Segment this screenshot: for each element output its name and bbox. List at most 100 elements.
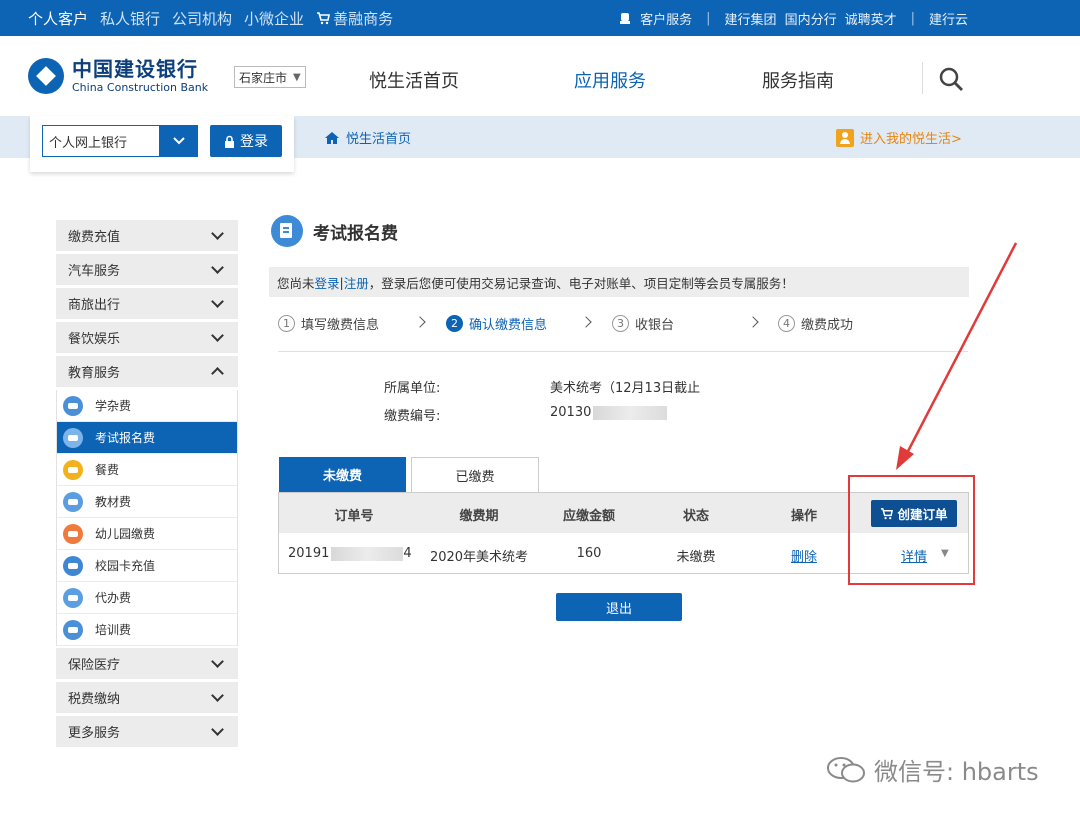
sidebar-item-tax[interactable]: 税费缴纳: [56, 682, 238, 713]
sidebar-item-dining[interactable]: 餐饮娱乐: [56, 322, 238, 353]
segment-personal[interactable]: 个人客户: [28, 8, 88, 29]
page-header: 考试报名费: [271, 215, 398, 247]
nav-service-guide[interactable]: 服务指南: [762, 67, 834, 93]
link-ccb-group[interactable]: 建行集团: [725, 9, 777, 28]
sub-item-campus-card[interactable]: 校园卡充值: [57, 550, 237, 582]
sidebar: 缴费充值 汽车服务 商旅出行 餐饮娱乐 教育服务 学杂费 考试报名费 餐费 教材…: [56, 220, 238, 750]
chevron-up-icon: [211, 366, 224, 380]
bank-logo[interactable]: 中国建设银行 China Construction Bank: [28, 58, 208, 94]
search-icon[interactable]: [938, 66, 964, 92]
step-4: 4 缴费成功: [778, 314, 853, 333]
sidebar-item-label: 汽车服务: [68, 264, 121, 279]
step-number: 4: [778, 315, 795, 332]
segment-shanrong[interactable]: 善融商务: [316, 8, 393, 29]
login-notice: 您尚未 登录 | 注册 ，登录后您便可使用交易记录查询、电子对账单、项目定制等会…: [269, 267, 969, 297]
enter-my-life-link[interactable]: 进入我的悦生活>: [836, 128, 962, 147]
step-1: 1 填写缴费信息: [278, 314, 379, 333]
chevron-right-icon: [580, 316, 592, 328]
breadcrumb-home: 悦生活首页: [346, 132, 412, 147]
book-icon: [63, 491, 83, 512]
cell-period: 2020年美术统考: [429, 550, 529, 565]
segment-private-bank[interactable]: 私人银行: [100, 8, 160, 29]
customer-service-icon: [620, 13, 631, 24]
lock-icon: [225, 135, 234, 148]
sub-item-kindergarten[interactable]: 幼儿园缴费: [57, 518, 237, 550]
meal-icon: [63, 459, 83, 480]
home-icon: [325, 131, 339, 144]
sub-item-exam-fee[interactable]: 考试报名费: [57, 422, 237, 454]
top-links: 客户服务 | 建行集团 国内分行 诚聘英才 | 建行云: [618, 0, 968, 36]
sub-item-textbook[interactable]: 教材费: [57, 486, 237, 518]
sub-item-label: 学杂费: [95, 399, 132, 413]
sidebar-item-insurance[interactable]: 保险医疗: [56, 648, 238, 679]
chevron-down-icon: [211, 688, 224, 702]
notice-login-link[interactable]: 登录: [315, 273, 340, 292]
logo-en: China Construction Bank: [72, 81, 209, 94]
link-domestic-branch[interactable]: 国内分行: [785, 9, 837, 28]
login-card: 个人网上银行 登录: [30, 116, 294, 172]
code-value-wrap: 20130: [550, 405, 668, 420]
segment-corporate[interactable]: 公司机构: [172, 8, 232, 29]
sidebar-item-label: 缴费充值: [68, 230, 121, 245]
divider: |: [910, 10, 915, 26]
sidebar-item-education[interactable]: 教育服务: [56, 356, 238, 387]
chevron-down-icon: [211, 260, 224, 274]
sub-item-agency-fee[interactable]: 代办费: [57, 582, 237, 614]
city-select[interactable]: 石家庄市 ▼: [234, 66, 306, 88]
sub-item-meal[interactable]: 餐费: [57, 454, 237, 486]
sub-item-label: 培训费: [95, 623, 132, 637]
sidebar-item-travel[interactable]: 商旅出行: [56, 288, 238, 319]
child-icon: [63, 523, 83, 544]
step-label: 收银台: [635, 318, 675, 333]
bank-type-dropdown-button[interactable]: [160, 125, 198, 157]
segment-small-business[interactable]: 小微企业: [244, 8, 304, 29]
notice-register-link[interactable]: 注册: [344, 273, 369, 292]
city-label: 石家庄市: [239, 70, 288, 85]
login-button[interactable]: 登录: [210, 125, 282, 157]
exam-form-icon: [63, 427, 83, 448]
chevron-down-icon: [173, 137, 185, 145]
step-number: 2: [446, 315, 463, 332]
link-ccb-cloud[interactable]: 建行云: [929, 9, 968, 28]
link-customer-service[interactable]: 客户服务: [640, 9, 692, 28]
cart-icon: [317, 12, 331, 25]
col-period: 缴费期: [459, 509, 499, 524]
cell-status: 未缴费: [676, 550, 716, 565]
sidebar-item-payment[interactable]: 缴费充值: [56, 220, 238, 251]
tab-unpaid[interactable]: 未缴费: [279, 457, 406, 492]
notice-prefix: 您尚未: [277, 275, 315, 291]
graduation-cap-icon: [63, 395, 83, 416]
divider: [278, 351, 968, 352]
header: 中国建设银行 China Construction Bank 石家庄市 ▼ 悦生…: [0, 36, 1080, 116]
cell-order-no: 20191 4: [288, 546, 412, 561]
sub-item-label: 代办费: [95, 591, 132, 605]
education-sub-list: 学杂费 考试报名费 餐费 教材费 幼儿园缴费 校园卡充值 代办费 培训费: [56, 390, 238, 646]
exit-button[interactable]: 退出: [556, 593, 682, 621]
user-icon: [836, 128, 854, 147]
sidebar-item-more[interactable]: 更多服务: [56, 716, 238, 747]
exam-form-icon: [271, 215, 303, 247]
nav-app-services[interactable]: 应用服务: [574, 67, 646, 93]
sub-item-tuition[interactable]: 学杂费: [57, 390, 237, 422]
sub-item-training[interactable]: 培训费: [57, 614, 237, 646]
step-label: 确认缴费信息: [469, 318, 548, 333]
redacted-blur: [331, 546, 404, 561]
step-label: 填写缴费信息: [301, 318, 380, 333]
tab-paid[interactable]: 已缴费: [411, 457, 539, 492]
link-careers[interactable]: 诚聘英才: [845, 9, 897, 28]
step-2: 2 确认缴费信息: [446, 314, 547, 333]
sidebar-item-label: 更多服务: [68, 726, 121, 741]
sidebar-item-car[interactable]: 汽车服务: [56, 254, 238, 285]
delete-link[interactable]: 删除: [759, 546, 849, 565]
col-action: 操作: [790, 509, 817, 524]
unit-label: 所属单位:: [384, 381, 441, 396]
sub-item-label: 考试报名费: [95, 431, 156, 445]
bank-type-select[interactable]: 个人网上银行: [42, 125, 160, 157]
sub-item-label: 餐费: [95, 463, 120, 477]
nav-home[interactable]: 悦生活首页: [369, 67, 459, 93]
segment-shanrong-label: 善融商务: [333, 9, 394, 28]
breadcrumb[interactable]: 悦生活首页: [324, 128, 411, 147]
step-3: 3 收银台: [612, 314, 674, 333]
order-prefix: 20191: [288, 546, 330, 561]
wechat-icon: [827, 756, 865, 782]
